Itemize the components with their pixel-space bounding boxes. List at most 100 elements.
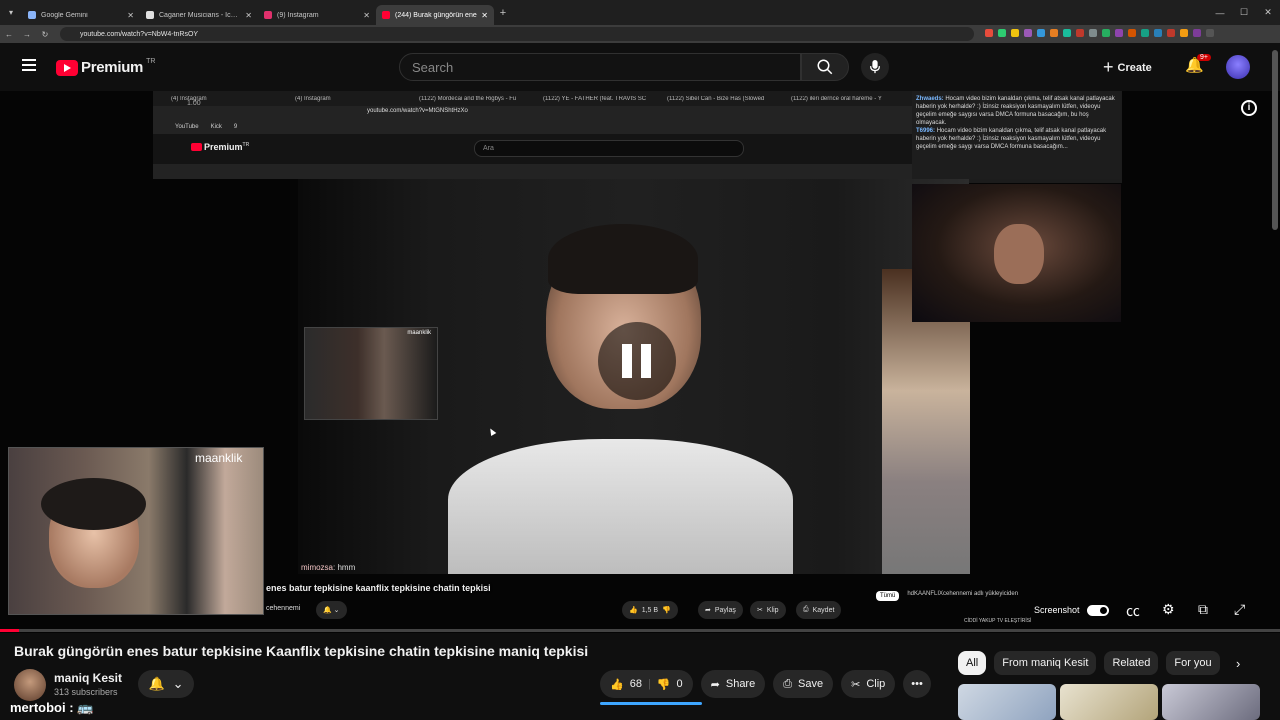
close-tab-icon[interactable]: ✕ [363,11,370,20]
plus-icon: + [1103,57,1114,77]
browser-tab-3[interactable]: (9) Instagram ✕ [258,5,376,25]
extension-icon[interactable] [1076,29,1084,37]
thumbnail[interactable] [1162,684,1260,720]
chat-user: Zhwaeds: [916,96,944,102]
extension-icon[interactable] [1141,29,1149,37]
save-button[interactable]: ⎙ Save [773,670,834,698]
youtube-premium-logo[interactable]: Premium TR [56,58,155,76]
search-button[interactable] [801,53,849,81]
inner-share-pill: ➦ Paylaş [698,601,743,619]
scissors-icon: ✂ [851,678,861,691]
share-button[interactable]: ➦ Share [700,670,766,698]
minimize-icon[interactable]: — [1208,8,1232,18]
inner-url: youtube.com/watch?v=MtGNShtHzXo [367,108,468,114]
maximize-icon[interactable]: ☐ [1232,7,1256,18]
tab-search-icon[interactable]: ▾ [0,8,22,17]
inner-video-title: enes batur tepkisine kaanflix tepkisine … [266,583,491,593]
search-placeholder: Search [412,59,454,75]
forward-icon[interactable]: → [18,30,36,39]
inner-tab: (1122) Mordecai and the Rigbys - Fu [419,95,517,102]
settings-gear-icon[interactable]: ⚙ [1162,601,1175,618]
extension-icon[interactable] [1050,29,1058,37]
extension-icon[interactable] [1180,29,1188,37]
chevron-right-icon[interactable]: › [1236,656,1240,671]
extension-icon[interactable] [998,29,1006,37]
close-tab-icon[interactable]: ✕ [481,11,488,20]
extension-icon[interactable] [985,29,993,37]
channel-avatar[interactable] [14,669,46,701]
webcam-overlay-middle: maanklik [304,327,438,420]
extension-icon[interactable] [1011,29,1019,37]
info-icon[interactable]: i [1241,100,1257,116]
like-button[interactable]: 👍 68 | 👎 0 [600,670,693,698]
chevron-down-icon: ⌄ [172,676,184,691]
inner-zoom: 1.00 [187,100,201,107]
inner-region-code: TR [242,142,250,148]
scrollbar[interactable] [1272,50,1278,230]
share-label: Share [725,678,756,690]
autoplay-toggle[interactable] [1087,605,1109,616]
extension-icon[interactable] [1167,29,1175,37]
thumbnail[interactable] [958,684,1056,720]
thumbnail[interactable] [1060,684,1158,720]
back-icon[interactable]: ← [0,30,18,39]
notification-badge: 9+ [1197,54,1211,61]
extension-icon[interactable] [1037,29,1045,37]
streamer-webcam: maanklik [8,447,264,615]
more-actions-button[interactable]: ••• [903,670,931,698]
subscription-bell-button[interactable]: 🔔 ⌄ [138,670,194,698]
chip-from-channel[interactable]: From maniq Kesit [994,651,1097,675]
person-hair [548,224,698,294]
extension-icon[interactable] [1024,29,1032,37]
account-avatar[interactable] [1226,55,1250,79]
screenshot-label[interactable]: Screenshot [1034,605,1080,615]
menu-icon[interactable] [22,59,36,71]
extension-icon[interactable] [1063,29,1071,37]
extension-icon[interactable] [1206,29,1214,37]
pause-icon[interactable] [598,322,676,400]
channel-name[interactable]: maniq Kesit [54,671,122,685]
extension-icon[interactable] [1102,29,1110,37]
chip-related[interactable]: Related [1104,651,1159,675]
extension-icon[interactable] [1128,29,1136,37]
close-tab-icon[interactable]: ✕ [127,11,134,20]
browser-tab-2[interactable]: Caganer Musicians - Iconic Mu ✕ [140,5,258,25]
extension-icon[interactable] [1115,29,1123,37]
browser-tab-1[interactable]: Google Gemini ✕ [22,5,140,25]
bookmark-icon: ⎙ [803,606,809,613]
twitch-chat-overlay: Zhwaeds: Hocam video bizim kanaldan çıkm… [912,91,1122,183]
extension-icon[interactable] [1089,29,1097,37]
chat-entry: Zhwaeds: Hocam video bizim kanaldan çıkm… [916,95,1118,127]
voice-search-button[interactable] [861,53,889,81]
clip-button[interactable]: ✂ Clip [841,670,896,698]
captions-icon[interactable]: ㏄ [1126,601,1140,621]
fullscreen-icon[interactable]: ⤢ [1234,601,1245,618]
chip-all[interactable]: All [958,651,987,675]
new-tab-button[interactable]: + [494,7,512,19]
close-window-icon[interactable]: ✕ [1256,7,1280,18]
miniplayer-icon[interactable]: ⧉ [1198,601,1208,618]
extension-icon[interactable] [1154,29,1162,37]
inner-clip-pill: ✂ Klip [750,601,786,619]
browser-tab-4-active[interactable]: (244) Burak güngörün ene ✕ [376,5,494,25]
close-tab-icon[interactable]: ✕ [245,11,252,20]
url-field[interactable]: youtube.com/watch?v=NbW4-tnRsOY [60,27,974,41]
chip-for-you[interactable]: For you [1166,651,1220,675]
inner-tab: (1122) YE - FATHER (feat. TRAVIS SC [543,95,647,102]
reload-icon[interactable]: ↻ [36,30,54,39]
create-button[interactable]: + Create [1103,57,1152,78]
search-input[interactable]: Search [399,53,801,81]
video-player[interactable]: (4) Instagram (4) Instagram (1122) Morde… [0,91,1280,633]
extension-icon[interactable] [1193,29,1201,37]
gemini-favicon-icon [28,11,36,19]
bookmark-kick: Kick [210,123,222,130]
progress-bar[interactable] [0,629,1280,632]
webcam-face [994,224,1044,284]
streamer-hair [41,478,146,530]
inner-chip: hdKAANFLIXcehennemi adlı yükleyiciden [907,591,1019,597]
thumb-down-icon: 👎 [656,678,671,691]
bookmark-folder: 9 [233,123,238,130]
inner-side-video-title: CİDDİ YAKUP TV ELEŞTİRİSİ [964,618,1032,624]
inner-share-label: Paylaş [714,606,736,614]
clip-label: Clip [866,678,886,690]
